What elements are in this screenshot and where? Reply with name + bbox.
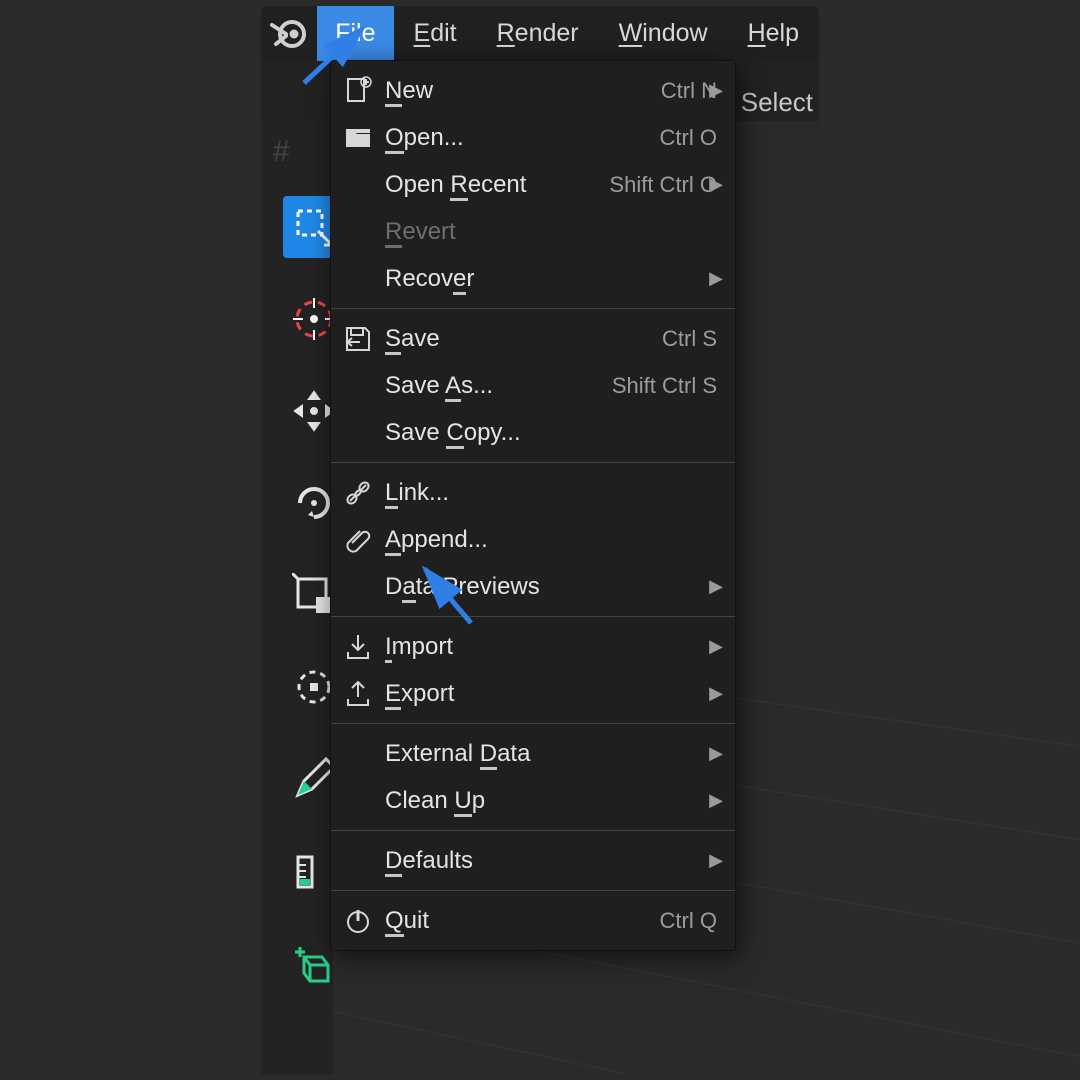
blender-logo-icon[interactable] bbox=[261, 6, 317, 61]
menu-item-data-previews-label: Data Previews bbox=[385, 573, 735, 601]
menu-item-open[interactable]: Open...Ctrl O bbox=[331, 114, 735, 161]
menu-item-revert: Revert bbox=[331, 208, 735, 255]
save-icon bbox=[331, 324, 385, 354]
menu-window[interactable]: Window bbox=[599, 6, 728, 61]
file-menu-dropdown: NewCtrl N▶Open...Ctrl OOpen RecentShift … bbox=[330, 60, 736, 951]
folder-icon bbox=[331, 123, 385, 153]
menu-bar: FileEditRenderWindowHelp bbox=[261, 6, 819, 61]
menu-render[interactable]: Render bbox=[477, 6, 599, 61]
menu-item-external-data[interactable]: External Data▶ bbox=[331, 730, 735, 777]
submenu-arrow-icon: ▶ bbox=[709, 174, 723, 195]
menu-item-save-as-shortcut: Shift Ctrl S bbox=[612, 373, 717, 399]
letterbox-left bbox=[0, 0, 261, 1080]
submenu-arrow-icon: ▶ bbox=[709, 743, 723, 764]
menu-item-export-label: Export bbox=[385, 680, 735, 708]
menu-item-append-label: Append... bbox=[385, 526, 735, 554]
menu-item-recover[interactable]: Recover▶ bbox=[331, 255, 735, 302]
menu-item-new[interactable]: NewCtrl N▶ bbox=[331, 67, 735, 114]
menu-item-external-data-label: External Data bbox=[385, 740, 735, 768]
menu-item-link-label: Link... bbox=[385, 479, 735, 507]
menu-item-open-recent-label: Open Recent bbox=[385, 171, 609, 199]
menu-item-open-recent-shortcut: Shift Ctrl O bbox=[609, 172, 717, 198]
export-icon bbox=[331, 679, 385, 709]
menu-item-quit[interactable]: QuitCtrl Q bbox=[331, 897, 735, 944]
menu-item-quit-label: Quit bbox=[385, 907, 660, 935]
submenu-arrow-icon: ▶ bbox=[709, 80, 723, 101]
menu-item-clean-up[interactable]: Clean Up▶ bbox=[331, 777, 735, 824]
menu-item-open-recent[interactable]: Open RecentShift Ctrl O▶ bbox=[331, 161, 735, 208]
menu-help[interactable]: Help bbox=[728, 6, 819, 61]
menu-item-save-as[interactable]: Save As...Shift Ctrl S bbox=[331, 362, 735, 409]
menu-item-link[interactable]: Link... bbox=[331, 469, 735, 516]
import-icon bbox=[331, 632, 385, 662]
power-icon bbox=[331, 906, 385, 936]
menu-item-defaults-label: Defaults bbox=[385, 847, 735, 875]
submenu-arrow-icon: ▶ bbox=[709, 683, 723, 704]
menu-item-new-label: New bbox=[385, 77, 661, 105]
menu-item-open-label: Open... bbox=[385, 124, 660, 152]
clip-icon bbox=[331, 525, 385, 555]
menu-item-defaults[interactable]: Defaults▶ bbox=[331, 837, 735, 884]
menu-item-save-copy[interactable]: Save Copy... bbox=[331, 409, 735, 456]
submenu-arrow-icon: ▶ bbox=[709, 850, 723, 871]
menu-item-save-as-label: Save As... bbox=[385, 372, 612, 400]
submenu-arrow-icon: ▶ bbox=[709, 636, 723, 657]
menu-item-save-label: Save bbox=[385, 325, 662, 353]
app-window: Select # Node Perspective Collection Fil… bbox=[261, 6, 819, 1074]
new-icon bbox=[331, 76, 385, 106]
menu-item-clean-up-label: Clean Up bbox=[385, 787, 735, 815]
menu-item-save-copy-label: Save Copy... bbox=[385, 419, 735, 447]
menu-file[interactable]: File bbox=[317, 6, 393, 61]
menu-item-import-label: Import bbox=[385, 633, 735, 661]
menu-item-append[interactable]: Append... bbox=[331, 516, 735, 563]
submenu-arrow-icon: ▶ bbox=[709, 576, 723, 597]
menu-item-save[interactable]: SaveCtrl S bbox=[331, 315, 735, 362]
mode-label: Select bbox=[741, 87, 813, 118]
menu-item-save-shortcut: Ctrl S bbox=[662, 326, 717, 352]
link-icon bbox=[331, 478, 385, 508]
menu-item-data-previews[interactable]: Data Previews▶ bbox=[331, 563, 735, 610]
menu-item-export[interactable]: Export▶ bbox=[331, 670, 735, 717]
menu-item-import[interactable]: Import▶ bbox=[331, 623, 735, 670]
submenu-arrow-icon: ▶ bbox=[709, 268, 723, 289]
menu-item-recover-label: Recover bbox=[385, 265, 735, 293]
menu-edit[interactable]: Edit bbox=[394, 6, 477, 61]
menu-item-open-shortcut: Ctrl O bbox=[660, 125, 717, 151]
submenu-arrow-icon: ▶ bbox=[709, 790, 723, 811]
menu-item-quit-shortcut: Ctrl Q bbox=[660, 908, 717, 934]
menu-item-revert-label: Revert bbox=[385, 218, 735, 246]
